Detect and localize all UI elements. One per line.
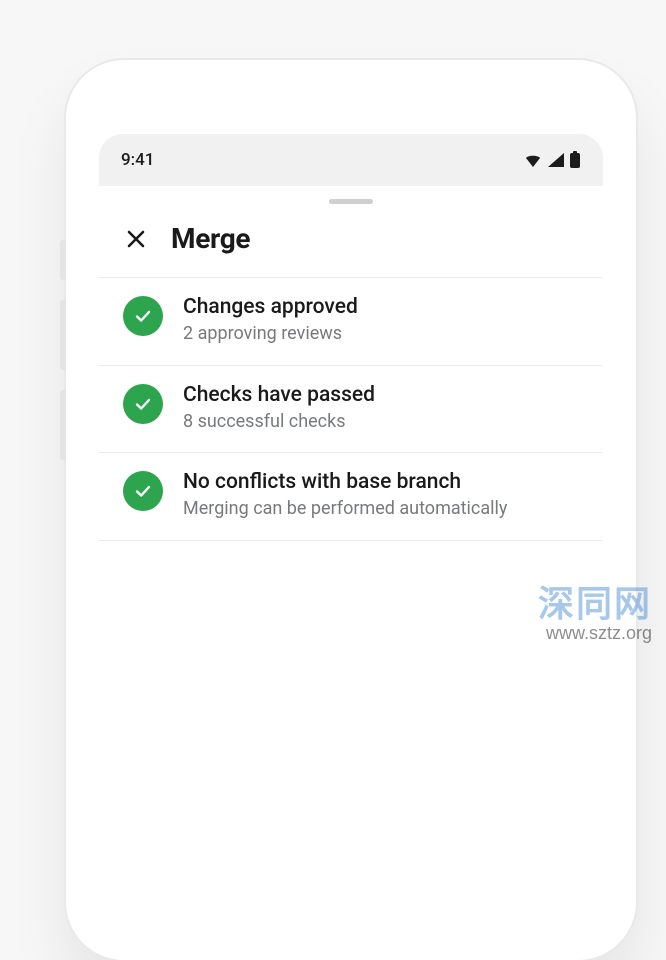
- phone-mockup: 9:41 Merge Changes approved 2 approv: [66, 60, 636, 960]
- phone-side-button: [60, 390, 66, 460]
- status-list: Changes approved 2 approving reviews Che…: [99, 277, 603, 541]
- list-item-subtitle: 2 approving reviews: [183, 322, 579, 346]
- wifi-icon: [523, 152, 543, 168]
- phone-side-button: [60, 240, 66, 280]
- list-item-title: No conflicts with base branch: [183, 469, 579, 495]
- battery-icon: [569, 151, 581, 169]
- drag-handle[interactable]: [329, 199, 373, 204]
- phone-screen: 9:41 Merge Changes approved 2 approv: [99, 134, 603, 894]
- list-item-title: Checks have passed: [183, 382, 579, 408]
- signal-icon: [547, 152, 565, 168]
- list-item[interactable]: Checks have passed 8 successful checks: [99, 365, 603, 453]
- success-badge: [123, 296, 163, 336]
- sheet-title: Merge: [171, 222, 250, 255]
- check-icon: [133, 481, 153, 501]
- status-time: 9:41: [121, 150, 154, 170]
- check-icon: [133, 306, 153, 326]
- status-icons: [523, 151, 581, 169]
- phone-side-button: [60, 300, 66, 370]
- list-item[interactable]: No conflicts with base branch Merging ca…: [99, 452, 603, 541]
- list-item-text: Changes approved 2 approving reviews: [183, 294, 579, 347]
- list-item-subtitle: Merging can be performed automatically: [183, 497, 579, 521]
- close-button[interactable]: [123, 226, 149, 252]
- close-icon: [125, 228, 147, 250]
- list-item-subtitle: 8 successful checks: [183, 410, 579, 434]
- list-item[interactable]: Changes approved 2 approving reviews: [99, 277, 603, 365]
- sheet-header: Merge: [99, 222, 603, 277]
- list-item-text: No conflicts with base branch Merging ca…: [183, 469, 579, 522]
- check-icon: [133, 394, 153, 414]
- list-item-title: Changes approved: [183, 294, 579, 320]
- success-badge: [123, 384, 163, 424]
- list-item-text: Checks have passed 8 successful checks: [183, 382, 579, 435]
- success-badge: [123, 471, 163, 511]
- status-bar: 9:41: [99, 134, 603, 186]
